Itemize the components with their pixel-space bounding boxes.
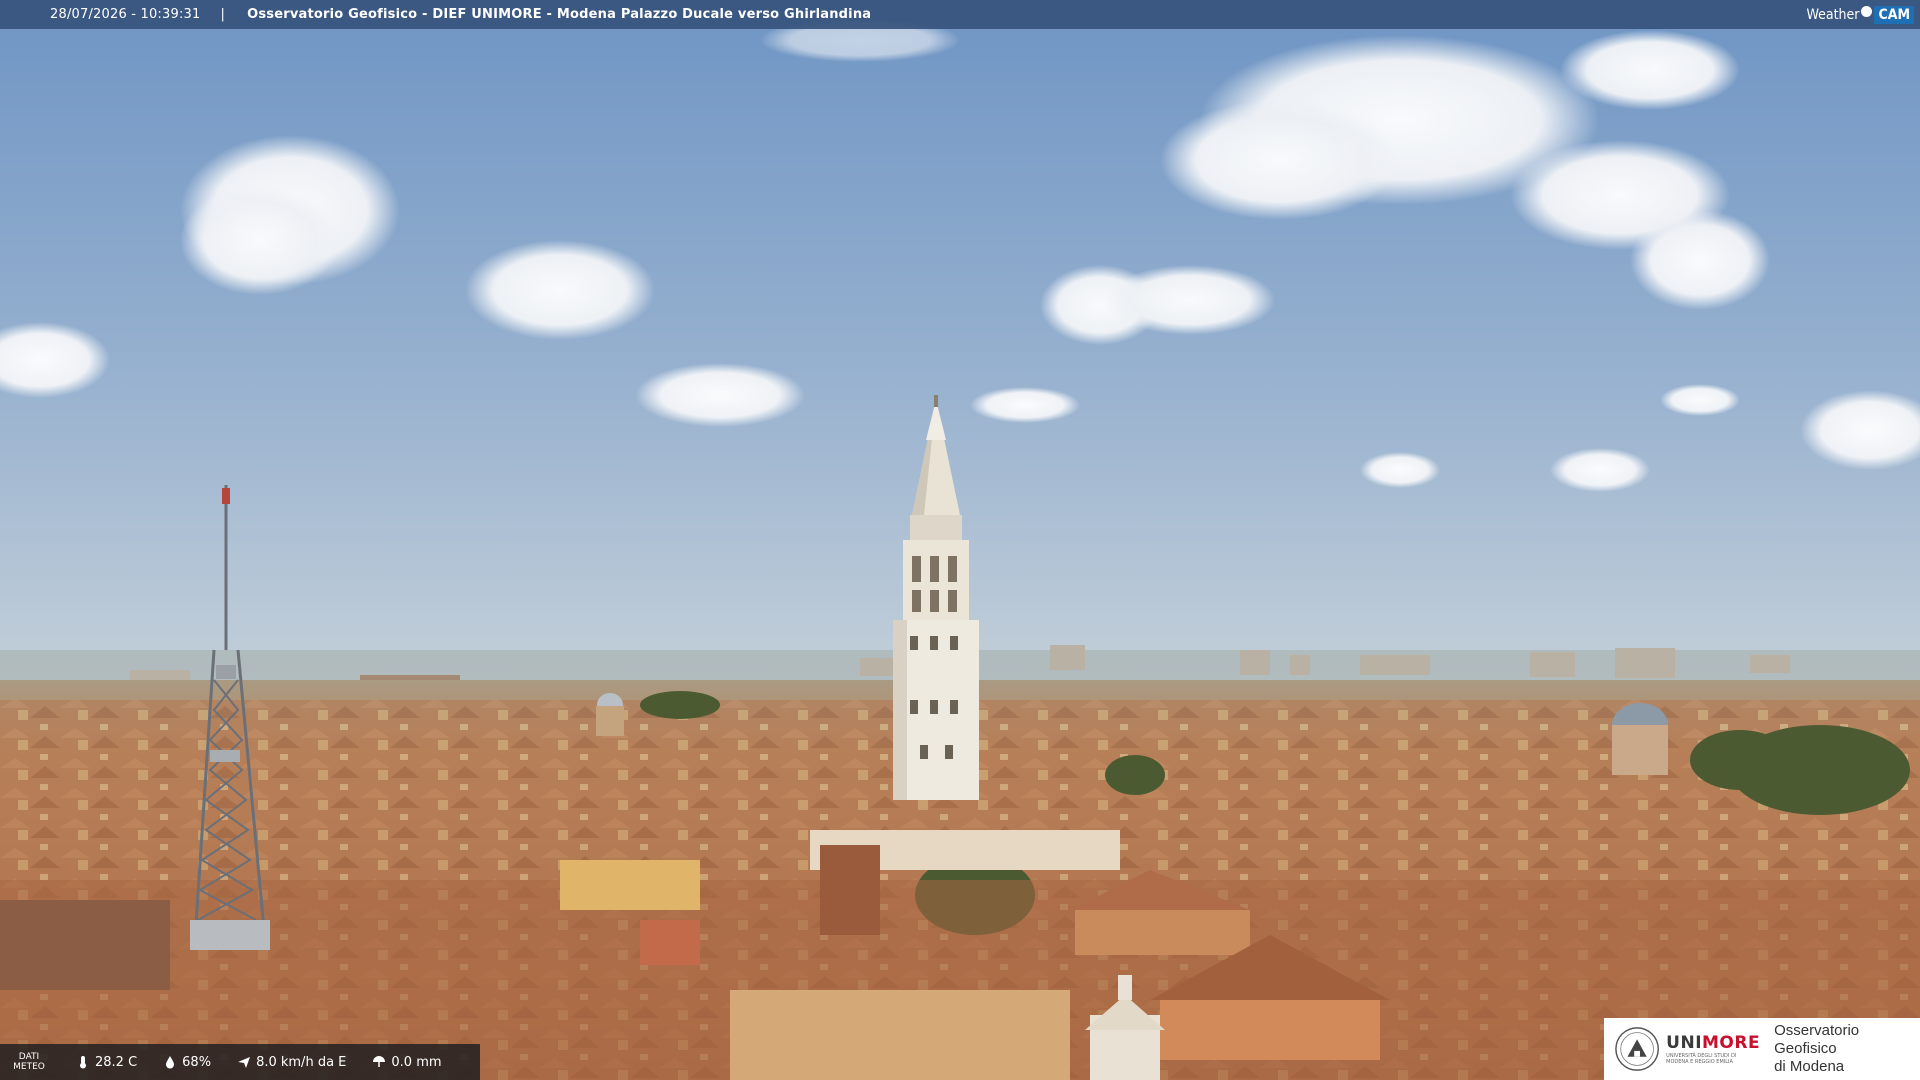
temperature-readout: 28.2 C — [76, 1055, 137, 1070]
brand-dot-icon — [1861, 5, 1873, 17]
webcam-scene — [0, 0, 1920, 1080]
observatory-name: Osservatorio Geofisico di Modena — [1774, 1022, 1860, 1075]
weather-label: DATI METEO — [13, 1052, 45, 1072]
temperature-value: 28.2 C — [95, 1054, 138, 1070]
timestamp: 28/07/2026 - 10:39:31 — [50, 7, 201, 22]
weathercam-logo: Weather CAM — [1807, 4, 1914, 26]
university-crest-icon — [1615, 1027, 1659, 1071]
caption-bar: 28/07/2026 - 10:39:31 | Osservatorio Geo… — [0, 0, 1920, 29]
rain-value: 0.0 mm — [391, 1054, 442, 1070]
humidity-icon — [166, 1056, 175, 1069]
rain-icon — [373, 1056, 386, 1067]
unimore-logo: UNIMORE UNIVERSITÀ DEGLI STUDI DI MODENA… — [1604, 1018, 1920, 1080]
university-name: UNIMORE UNIVERSITÀ DEGLI STUDI DI MODENA… — [1666, 1033, 1761, 1065]
thermometer-icon — [80, 1056, 86, 1069]
wind-value: 8.0 km/h da E — [256, 1054, 347, 1070]
brand-cam: CAM — [1874, 6, 1914, 24]
wind-icon — [238, 1057, 251, 1068]
brand-weather: Weather — [1806, 7, 1860, 23]
university-subtitle: UNIVERSITÀ DEGLI STUDI DI MODENA E REGGI… — [1666, 1053, 1737, 1065]
weather-data-bar: DATI METEO 28.2 C 68% 8.0 km/h da E 0.0 … — [0, 1044, 480, 1080]
rain-readout: 0.0 mm — [372, 1054, 442, 1070]
humidity-readout: 68% — [163, 1055, 211, 1070]
humidity-value: 68% — [182, 1054, 212, 1070]
wind-readout: 8.0 km/h da E — [237, 1055, 346, 1070]
camera-title: Osservatorio Geofisico - DIEF UNIMORE - … — [247, 7, 872, 22]
separator: | — [220, 7, 226, 22]
